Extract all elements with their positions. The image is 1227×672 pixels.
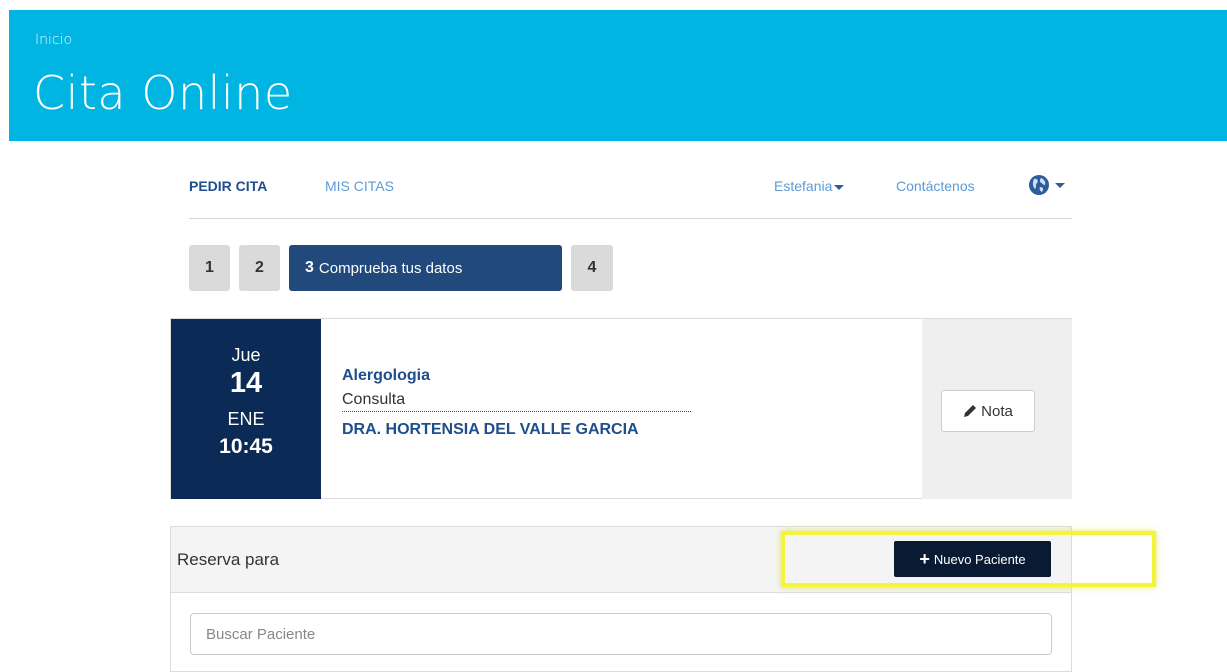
nav-contact[interactable]: Contáctenos [896,178,975,194]
pencil-icon [964,405,977,417]
chevron-down-icon [834,184,845,190]
note-panel: Nota [922,319,1072,499]
date-block: Jue 14 ENE 10:45 [171,319,321,499]
new-patient-button[interactable]: + Nuevo Paciente [894,541,1051,577]
booking-header: Reserva para + Nuevo Paciente [171,527,1156,593]
plus-icon: + [919,549,930,569]
nav-pedir-cita[interactable]: PEDIR CITA [189,178,267,194]
user-name: Estefania [774,178,833,194]
time: 10:45 [219,435,273,458]
weekday: Jue [231,345,261,365]
top-nav: PEDIR CITA MIS CITAS Estefania Contácten… [189,166,1072,219]
booking-panel: Reserva para + Nuevo Paciente [170,526,1156,672]
nav-mis-citas[interactable]: MIS CITAS [325,178,394,194]
step-label: Comprueba tus datos [318,259,463,277]
booking-title: Reserva para [177,550,280,569]
globe-icon [1029,175,1049,195]
doctor-name: DRA. HORTENSIA DEL VALLE GARCIA [342,421,639,438]
language-menu[interactable] [1028,174,1065,196]
month: ENE [227,409,265,429]
appointment-info: Alergologia Consulta DRA. HORTENSIA DEL … [342,367,691,439]
page: Inicio Cita Online PEDIR CITA MIS CITAS … [0,0,1227,672]
note-button[interactable]: Nota [941,390,1035,432]
search-patient-input[interactable] [190,613,1052,655]
step-4[interactable]: 4 [571,245,613,291]
page-title: Cita Online [33,66,293,120]
new-patient-label: Nuevo Paciente [933,551,1026,567]
breadcrumb[interactable]: Inicio [35,32,72,48]
day-number: 14 [229,367,263,399]
appointment-card: Jue 14 ENE 10:45 Alergologia Consulta DR… [170,318,1072,499]
chevron-down-icon [1055,182,1065,188]
header-banner: Inicio Cita Online [9,10,1227,141]
user-menu[interactable]: Estefania [774,178,845,194]
step-3-active[interactable]: 3 Comprueba tus datos [289,245,562,291]
step-number: 3 [305,259,314,276]
step-1[interactable]: 1 [189,245,230,291]
specialty: Alergologia [342,367,431,384]
note-button-label: Nota [981,402,1013,420]
step-2[interactable]: 2 [239,245,280,291]
appointment-type: Consulta [342,391,691,412]
